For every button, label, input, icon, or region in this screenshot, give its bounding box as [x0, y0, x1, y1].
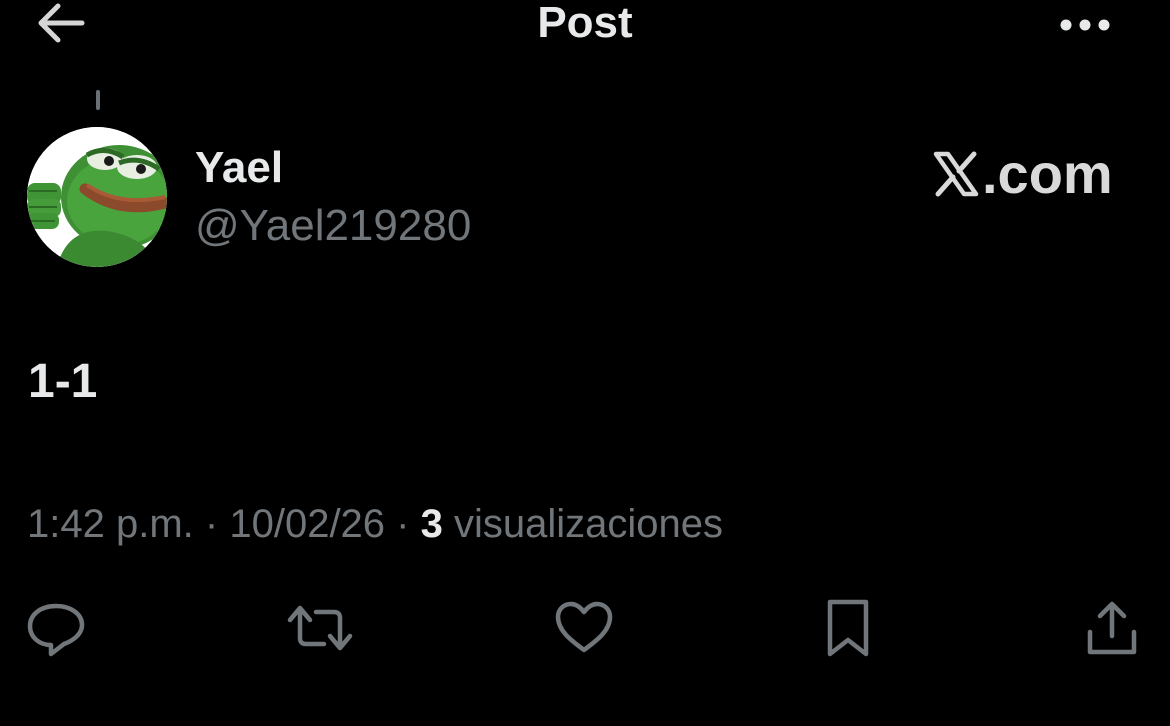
post-date[interactable]: 10/02/26 [229, 502, 385, 546]
views-label: visualizaciones [454, 502, 724, 546]
post-body-text: 1-1 [28, 355, 98, 408]
meta-separator: · [396, 502, 410, 546]
share-button[interactable] [1074, 590, 1150, 666]
repost-button[interactable] [282, 590, 358, 666]
repost-icon [287, 605, 353, 651]
reply-button[interactable] [18, 590, 94, 666]
pepe-avatar-image [27, 127, 167, 267]
like-button[interactable] [546, 590, 622, 666]
page-title: Post [537, 0, 633, 47]
post-action-bar [0, 590, 1170, 666]
x-com-watermark: .com [930, 142, 1113, 206]
more-options-button[interactable] [1050, 0, 1122, 46]
author-name[interactable]: Yael [195, 142, 283, 194]
views-count: 3 [420, 502, 443, 546]
avatar[interactable] [27, 127, 167, 267]
heart-icon [555, 601, 613, 653]
post-time[interactable]: 1:42 p.m. [27, 502, 194, 546]
bookmark-button[interactable] [810, 590, 886, 666]
reply-icon [27, 603, 85, 657]
watermark-text: .com [982, 142, 1113, 205]
more-horizontal-icon [1060, 19, 1110, 31]
share-icon [1087, 601, 1137, 655]
meta-separator: · [204, 502, 219, 546]
author-handle[interactable]: @Yael219280 [195, 200, 471, 252]
bookmark-icon [827, 599, 869, 657]
thread-connector-line [96, 90, 100, 110]
x-logo-icon [933, 151, 979, 197]
post-metadata: 1:42 p.m. · 10/02/26 · 3 visualizaciones [27, 500, 723, 548]
top-bar: Post [0, 0, 1170, 56]
